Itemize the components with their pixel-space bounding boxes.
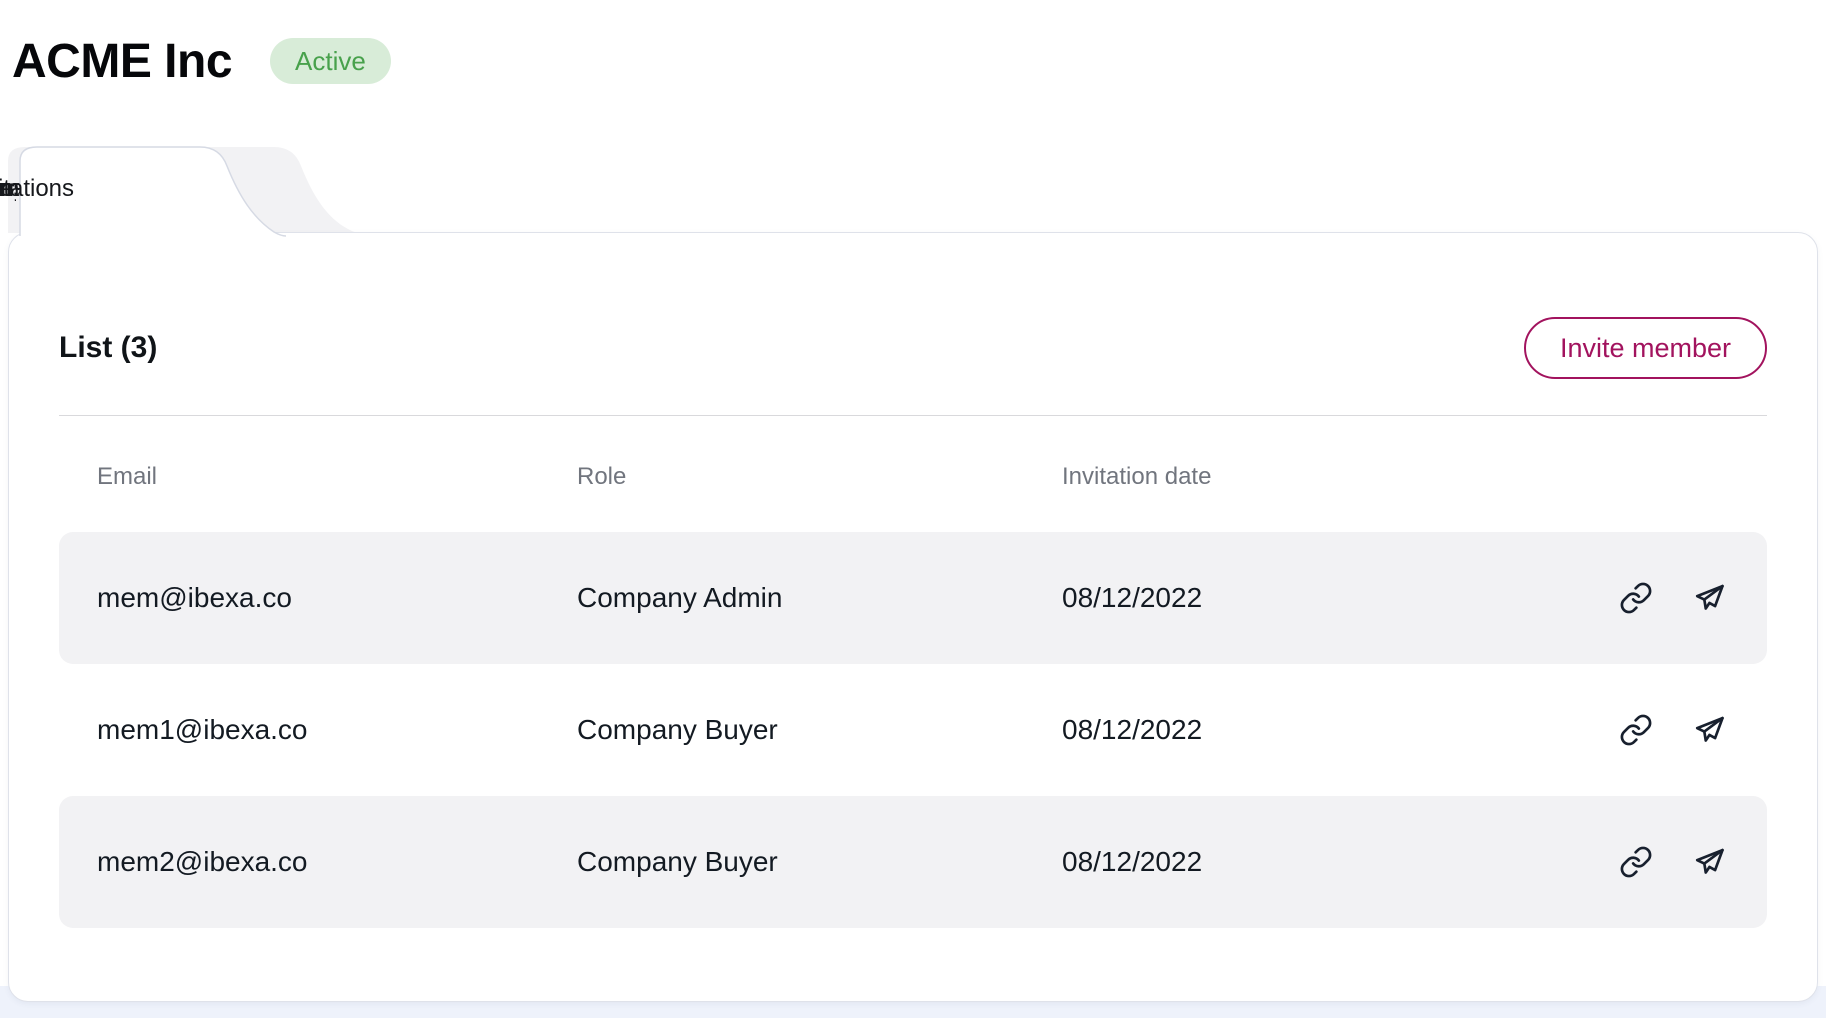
- invitation-date-cell: 08/12/2022: [1062, 846, 1619, 878]
- send-icon[interactable]: [1693, 845, 1727, 879]
- send-icon[interactable]: [1693, 713, 1727, 747]
- tab-bar: Summary Company Profile Members Invitati…: [8, 144, 1826, 233]
- row-actions: [1619, 845, 1727, 879]
- invitations-panel: List (3) Invite member Email Role Invita…: [8, 232, 1818, 1002]
- table-body: mem@ibexa.co Company Admin 08/12/2022: [59, 532, 1767, 928]
- row-actions: [1619, 581, 1727, 615]
- column-header-role: Role: [577, 463, 1062, 491]
- status-badge: Active: [270, 38, 391, 84]
- link-icon[interactable]: [1619, 713, 1653, 747]
- divider: [59, 415, 1767, 416]
- role-cell: Company Buyer: [577, 846, 1062, 878]
- email-cell: mem2@ibexa.co: [97, 846, 577, 878]
- role-cell: Company Buyer: [577, 714, 1062, 746]
- page-title: ACME Inc: [12, 34, 232, 89]
- table-row: mem1@ibexa.co Company Buyer 08/12/2022: [59, 664, 1767, 796]
- invitation-date-cell: 08/12/2022: [1062, 714, 1619, 746]
- table-header-row: Email Role Invitation date: [59, 462, 1767, 492]
- column-header-invitation-date: Invitation date: [1062, 463, 1727, 491]
- email-cell: mem1@ibexa.co: [97, 714, 577, 746]
- link-icon[interactable]: [1619, 581, 1653, 615]
- panel-header: List (3) Invite member: [59, 317, 1767, 379]
- column-header-email: Email: [97, 463, 577, 491]
- row-actions: [1619, 713, 1727, 747]
- send-icon[interactable]: [1693, 581, 1727, 615]
- link-icon[interactable]: [1619, 845, 1653, 879]
- role-cell: Company Admin: [577, 582, 1062, 614]
- invitations-table: Email Role Invitation date mem@ibexa.co …: [59, 462, 1767, 928]
- invite-member-button[interactable]: Invite member: [1524, 317, 1767, 379]
- table-row: mem2@ibexa.co Company Buyer 08/12/2022: [59, 796, 1767, 928]
- page-header: ACME Inc Active: [0, 0, 1826, 100]
- email-cell: mem@ibexa.co: [97, 582, 577, 614]
- invitation-date-cell: 08/12/2022: [1062, 582, 1619, 614]
- company-invitations-page: ACME Inc Active Summary Company Profile …: [0, 0, 1826, 1020]
- list-title: List (3): [59, 331, 157, 365]
- table-row: mem@ibexa.co Company Admin 08/12/2022: [59, 532, 1767, 664]
